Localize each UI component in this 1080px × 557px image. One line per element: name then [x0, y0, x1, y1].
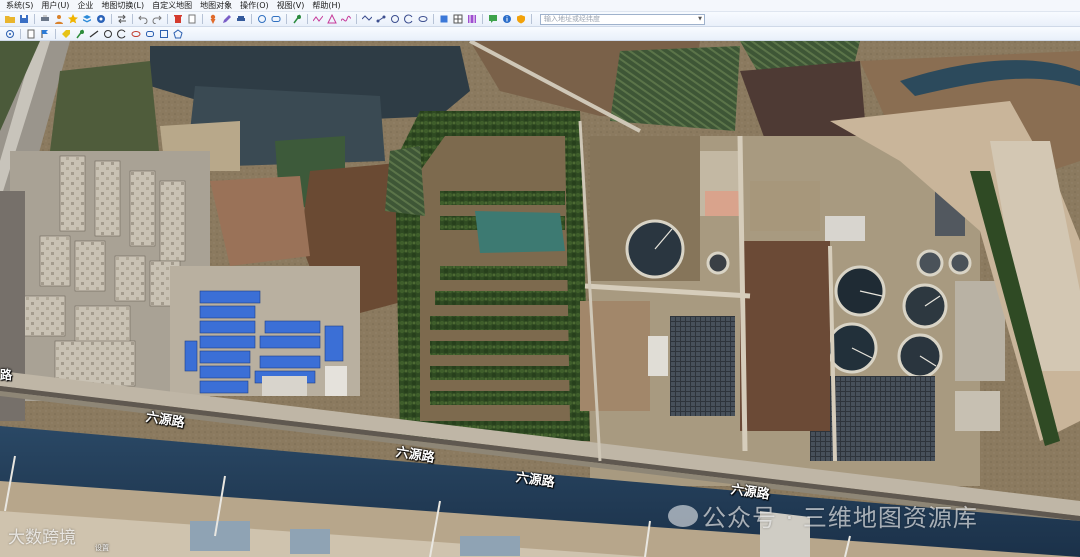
box-icon[interactable]	[438, 14, 449, 25]
road-label-edge: 路	[0, 368, 13, 382]
ellipse-icon[interactable]	[417, 14, 428, 25]
circle-draw-icon[interactable]	[102, 28, 113, 39]
measure-icon[interactable]	[361, 14, 372, 25]
toolbar-separator	[132, 14, 133, 24]
menu-map-switch[interactable]: 地图切换(L)	[101, 0, 144, 11]
toolbar-separator	[482, 14, 483, 24]
polyline-icon[interactable]	[312, 14, 323, 25]
watermark-left-text: 大数跨境	[8, 528, 76, 548]
toolbar-separator	[202, 14, 203, 24]
triangle-icon[interactable]	[326, 14, 337, 25]
user-icon[interactable]	[53, 14, 64, 25]
car-icon[interactable]	[235, 14, 246, 25]
curve-icon[interactable]	[340, 14, 351, 25]
menu-view[interactable]: 视图(V)	[277, 0, 305, 11]
toolbar-separator	[34, 14, 35, 24]
circle-icon[interactable]	[256, 14, 267, 25]
wechat-watermark-icon	[668, 505, 698, 527]
ellipse-draw-icon[interactable]	[130, 28, 141, 39]
redo-icon[interactable]	[151, 14, 162, 25]
line-icon[interactable]	[88, 28, 99, 39]
menu-help[interactable]: 帮助(H)	[312, 0, 340, 11]
toolbar-separator	[531, 14, 532, 24]
toolbar-separator	[356, 14, 357, 24]
main-toolbar: 输入地址或经纬度 ▼	[0, 12, 1080, 27]
delete-icon[interactable]	[172, 14, 183, 25]
circle-tool-icon[interactable]	[389, 14, 400, 25]
address-search-input[interactable]: 输入地址或经纬度 ▼	[540, 13, 705, 25]
pin-icon[interactable]	[291, 14, 302, 25]
menu-map-objects[interactable]: 地图对象	[200, 0, 232, 11]
shield-icon[interactable]	[515, 14, 526, 25]
toolbar-separator	[433, 14, 434, 24]
address-search-placeholder: 输入地址或经纬度	[544, 14, 600, 23]
info-icon[interactable]	[501, 14, 512, 25]
chat-icon[interactable]	[487, 14, 498, 25]
toolbar-separator	[286, 14, 287, 24]
small-map-label: 设置	[95, 544, 109, 552]
satellite-map-view[interactable]: 路 六源路 六源路 六源路 六源路 公众号 · 三维地图资源库 大数跨境 设置	[0, 41, 1080, 557]
print-icon[interactable]	[39, 14, 50, 25]
save-icon[interactable]	[18, 14, 29, 25]
polygon-draw-icon[interactable]	[172, 28, 183, 39]
film-icon[interactable]	[466, 14, 477, 25]
toolbar-separator	[20, 28, 21, 39]
doc-icon[interactable]	[25, 28, 36, 39]
menu-bar: 系统(S) 用户(U) 企业 地图切换(L) 自定义地图 地图对象 操作(O) …	[0, 0, 1080, 12]
flag-icon[interactable]	[39, 28, 50, 39]
star-icon[interactable]	[67, 14, 78, 25]
undo-icon[interactable]	[137, 14, 148, 25]
arrows-icon[interactable]	[116, 14, 127, 25]
toolbar-separator	[251, 14, 252, 24]
rect-icon[interactable]	[270, 14, 281, 25]
menu-enterprise[interactable]: 企业	[77, 0, 93, 11]
arc-draw-icon[interactable]	[116, 28, 127, 39]
drawing-toolbar	[0, 27, 1080, 41]
menu-custom-map[interactable]: 自定义地图	[152, 0, 192, 11]
grid-icon[interactable]	[452, 14, 463, 25]
toolbar-separator	[55, 28, 56, 39]
menu-system[interactable]: 系统(S)	[6, 0, 33, 11]
square-draw-icon[interactable]	[158, 28, 169, 39]
marker-icon[interactable]	[74, 28, 85, 39]
watermark-text: 公众号 · 三维地图资源库	[702, 504, 978, 532]
chevron-down-icon[interactable]: ▼	[698, 15, 704, 24]
target-icon[interactable]	[4, 28, 15, 39]
pen-icon[interactable]	[221, 14, 232, 25]
arc-icon[interactable]	[403, 14, 414, 25]
eye-icon[interactable]	[95, 14, 106, 25]
page-icon[interactable]	[186, 14, 197, 25]
toolbar-separator	[111, 14, 112, 24]
tag-icon[interactable]	[60, 28, 71, 39]
folder-icon[interactable]	[4, 14, 15, 25]
person-pin-icon[interactable]	[207, 14, 218, 25]
menu-user[interactable]: 用户(U)	[41, 0, 69, 11]
rect-draw-icon[interactable]	[144, 28, 155, 39]
layers-icon[interactable]	[81, 14, 92, 25]
toolbar-separator	[167, 14, 168, 24]
toolbar-separator	[307, 14, 308, 24]
menu-operations[interactable]: 操作(O)	[240, 0, 269, 11]
route-icon[interactable]	[375, 14, 386, 25]
